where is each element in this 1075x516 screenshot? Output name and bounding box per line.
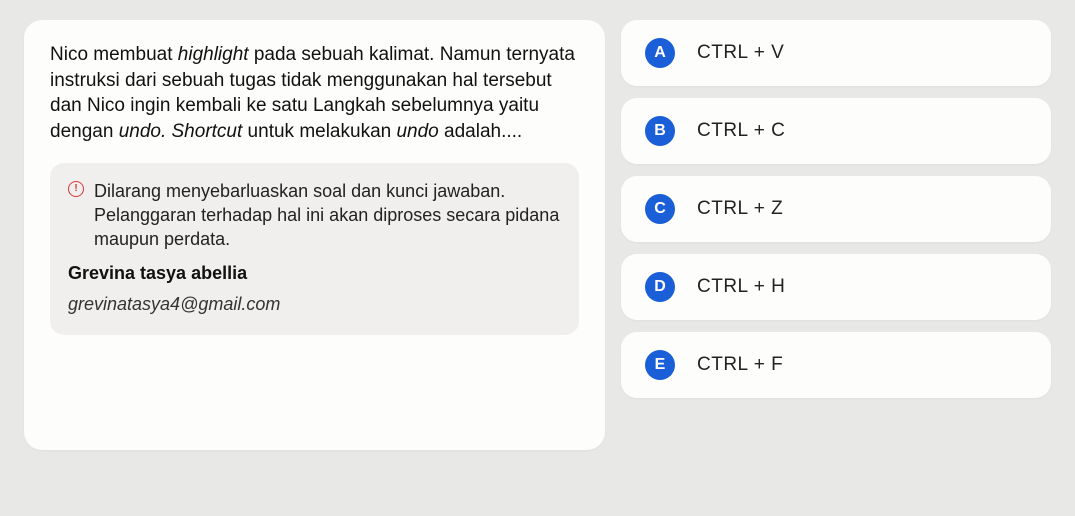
option-label: CTRL + V [697,42,784,64]
option-letter: A [645,38,675,68]
option-label: CTRL + F [697,354,783,376]
option-a[interactable]: A CTRL + V [621,20,1051,86]
author-email: grevinatasya4@gmail.com [68,294,561,315]
option-letter: B [645,116,675,146]
option-letter: E [645,350,675,380]
question-panel: Nico membuat highlight pada sebuah kalim… [24,20,605,450]
option-letter: C [645,194,675,224]
warning-icon: ! [68,181,84,197]
question-text: Nico membuat highlight pada sebuah kalim… [50,42,579,145]
option-e[interactable]: E CTRL + F [621,332,1051,398]
option-b[interactable]: B CTRL + C [621,98,1051,164]
notice-line: ! Dilarang menyebarluaskan soal dan kunc… [68,179,561,252]
option-d[interactable]: D CTRL + H [621,254,1051,320]
notice-text: Dilarang menyebarluaskan soal dan kunci … [94,179,561,252]
option-label: CTRL + Z [697,198,783,220]
option-letter: D [645,272,675,302]
notice-box: ! Dilarang menyebarluaskan soal dan kunc… [50,163,579,336]
author-name: Grevina tasya abellia [68,263,561,284]
option-c[interactable]: C CTRL + Z [621,176,1051,242]
options-column: A CTRL + V B CTRL + C C CTRL + Z D CTRL + H E CTR… [621,20,1051,398]
option-label: CTRL + C [697,120,785,142]
option-label: CTRL + H [697,276,785,298]
